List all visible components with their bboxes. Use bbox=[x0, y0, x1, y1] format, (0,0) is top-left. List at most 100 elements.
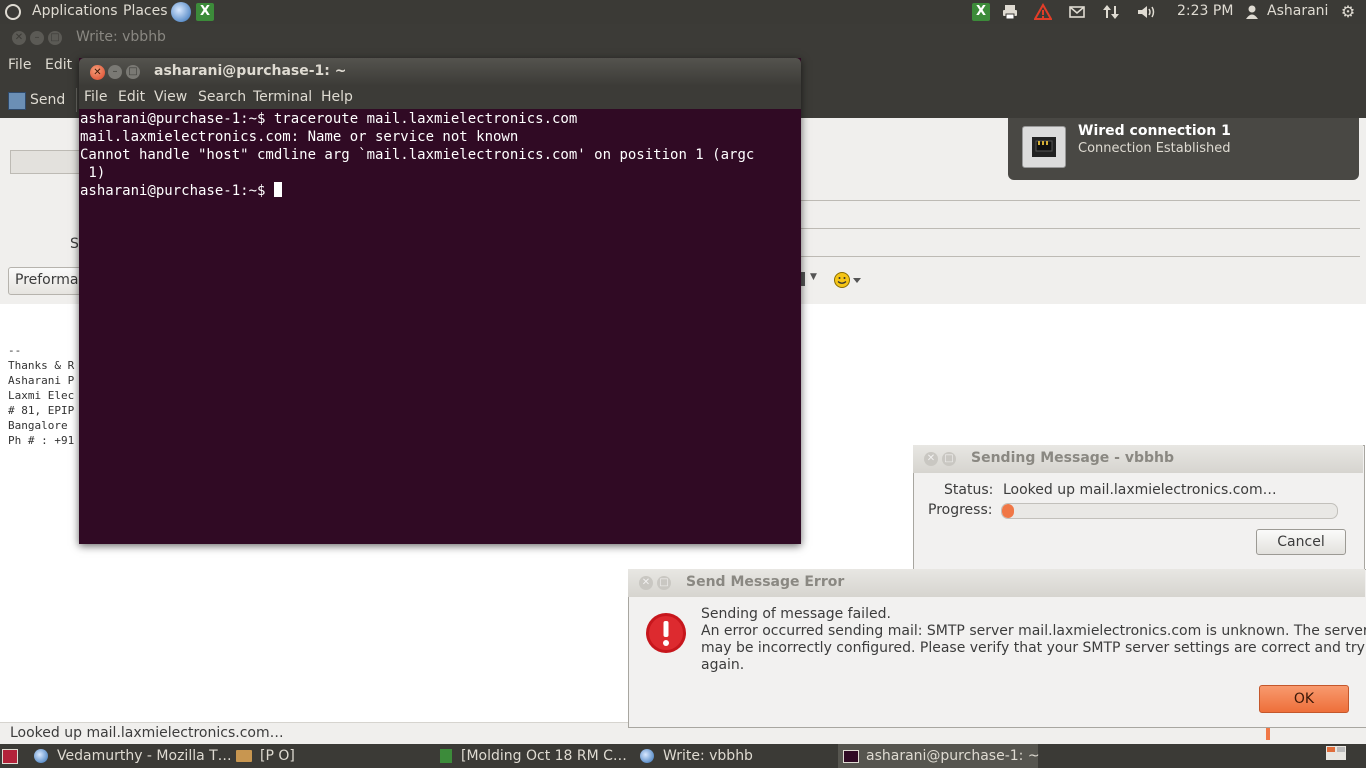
signature-line: Laxmi Elec bbox=[8, 389, 75, 402]
error-dialog-titlebar[interactable]: ✕ □ Send Message Error bbox=[628, 569, 1365, 597]
error-message-line: An error occurred sending mail: SMTP ser… bbox=[701, 623, 1366, 639]
bottom-panel: Vedamurthy - Mozilla T… [P O] [Molding O… bbox=[0, 744, 1366, 768]
spreadsheet-tray-icon[interactable]: X bbox=[972, 3, 990, 21]
cancel-button[interactable]: Cancel bbox=[1256, 529, 1346, 555]
terminal-title: asharani@purchase-1: ~ bbox=[154, 63, 347, 79]
compose-menu-edit[interactable]: Edit bbox=[45, 57, 72, 73]
terminal-menu-view[interactable]: View bbox=[154, 89, 187, 105]
network-notification: Wired connection 1 Connection Establishe… bbox=[1008, 110, 1359, 180]
volume-icon[interactable] bbox=[1136, 3, 1158, 21]
minimize-icon[interactable]: – bbox=[108, 65, 122, 79]
terminal-icon bbox=[843, 750, 859, 763]
warning-icon[interactable] bbox=[1033, 2, 1053, 21]
from-field[interactable] bbox=[10, 150, 80, 174]
taskbar-item-label: [P O] bbox=[260, 748, 295, 764]
toolbar-separator bbox=[76, 88, 77, 112]
terminal-line: 1) bbox=[80, 165, 106, 181]
ubuntu-logo-icon[interactable] bbox=[5, 4, 21, 20]
sending-progress-label: Progress: bbox=[928, 502, 993, 518]
minimize-icon[interactable]: – bbox=[30, 31, 44, 45]
smiley-icon[interactable] bbox=[833, 271, 863, 289]
thunderbird-icon bbox=[34, 749, 48, 763]
user-menu[interactable]: Asharani bbox=[1267, 3, 1328, 19]
error-dialog-title: Send Message Error bbox=[686, 574, 845, 590]
close-icon[interactable]: ✕ bbox=[639, 576, 653, 590]
mail-icon[interactable] bbox=[1068, 3, 1086, 21]
sending-dialog-title: Sending Message - vbbhb bbox=[971, 450, 1174, 466]
notification-title: Wired connection 1 bbox=[1078, 123, 1231, 139]
error-message-line: may be incorrectly configured. Please ve… bbox=[701, 640, 1365, 656]
sending-progress-fill bbox=[1002, 504, 1014, 518]
terminal-line: mail.laxmielectronics.com: Name or servi… bbox=[80, 129, 519, 145]
places-menu[interactable]: Places bbox=[123, 3, 168, 19]
terminal-cursor bbox=[273, 182, 282, 197]
terminal-titlebar[interactable]: ✕ – □ asharani@purchase-1: ~ bbox=[79, 58, 801, 86]
taskbar-item-label: Write: vbbhb bbox=[663, 748, 753, 764]
terminal-menu-edit[interactable]: Edit bbox=[118, 89, 145, 105]
sending-dialog-titlebar[interactable]: ✕ □ Sending Message - vbbhb bbox=[913, 445, 1363, 473]
sending-progress-bar bbox=[1001, 503, 1338, 519]
terminal-output[interactable]: asharani@purchase-1:~$ traceroute mail.l… bbox=[80, 110, 800, 542]
thunderbird-icon bbox=[640, 749, 654, 763]
notification-body: Connection Established bbox=[1078, 141, 1231, 156]
terminal-menu-terminal[interactable]: Terminal bbox=[253, 89, 312, 105]
terminal-prompt-line[interactable]: asharani@purchase-1:~$ bbox=[80, 182, 800, 200]
compose-window-title: Write: vbbhb bbox=[76, 29, 166, 45]
top-panel: Applications Places X X 2:23 PM Asharani… bbox=[0, 0, 1366, 24]
user-icon bbox=[1245, 3, 1259, 21]
compose-titlebar: ✕ – □ Write: vbbhb bbox=[0, 24, 1366, 52]
send-button[interactable]: Send bbox=[6, 88, 70, 112]
maximize-icon[interactable]: □ bbox=[126, 65, 140, 79]
signature-line: Ph # : +91 bbox=[8, 434, 75, 447]
show-desktop-icon[interactable] bbox=[2, 749, 18, 764]
signature-line: Asharani P bbox=[8, 374, 75, 387]
spreadsheet-icon bbox=[440, 749, 452, 763]
close-icon[interactable]: ✕ bbox=[90, 65, 105, 80]
taskbar-item-label: Vedamurthy - Mozilla T… bbox=[57, 748, 232, 764]
terminal-menu-search[interactable]: Search bbox=[198, 89, 246, 105]
taskbar-item-spreadsheet[interactable]: [Molding Oct 18 RM C… bbox=[434, 744, 634, 768]
folder-icon bbox=[236, 750, 252, 762]
taskbar-item-label: asharani@purchase-1: ~ bbox=[866, 748, 1040, 764]
send-icon bbox=[8, 92, 26, 110]
signature-line: -- bbox=[8, 344, 22, 357]
spreadsheet-launcher-icon[interactable]: X bbox=[196, 3, 214, 21]
format-dropdown[interactable]: Preforma bbox=[8, 267, 82, 295]
terminal-menu-help[interactable]: Help bbox=[321, 89, 353, 105]
font-color-dropdown[interactable]: ▼ bbox=[801, 270, 821, 290]
send-label: Send bbox=[30, 92, 66, 108]
subject-label: S bbox=[70, 236, 79, 252]
close-icon[interactable]: ✕ bbox=[924, 452, 938, 466]
sending-status-value: Looked up mail.laxmielectronics.com… bbox=[1003, 482, 1277, 498]
taskbar-item-thunderbird[interactable]: Vedamurthy - Mozilla T… bbox=[28, 744, 232, 768]
compose-status-text: Looked up mail.laxmielectronics.com… bbox=[10, 725, 284, 741]
applications-menu[interactable]: Applications bbox=[32, 3, 118, 19]
ethernet-icon bbox=[1022, 126, 1066, 168]
maximize-icon[interactable]: □ bbox=[48, 31, 62, 45]
taskbar-item-label: [Molding Oct 18 RM C… bbox=[461, 748, 627, 764]
signature-line: Bangalore bbox=[8, 419, 75, 432]
error-icon bbox=[645, 612, 687, 654]
printer-icon[interactable] bbox=[1001, 3, 1019, 21]
sending-status-label: Status: bbox=[944, 482, 994, 498]
error-message-line: again. bbox=[701, 657, 745, 673]
terminal-menu-file[interactable]: File bbox=[84, 89, 107, 105]
signature-line: Thanks & R bbox=[8, 359, 75, 372]
workspace-switcher-icon[interactable] bbox=[1326, 746, 1346, 760]
maximize-icon[interactable]: □ bbox=[942, 452, 956, 466]
maximize-icon[interactable]: □ bbox=[657, 576, 671, 590]
thunderbird-launcher-icon[interactable] bbox=[171, 2, 191, 22]
taskbar-item-terminal[interactable]: asharani@purchase-1: ~ bbox=[838, 744, 1040, 768]
compose-menu-file[interactable]: File bbox=[8, 57, 31, 73]
terminal-menubar: File Edit View Search Terminal Help bbox=[79, 86, 801, 109]
terminal-line: Cannot handle "host" cmdline arg `mail.l… bbox=[80, 147, 755, 163]
gear-icon[interactable]: ⚙ bbox=[1339, 3, 1357, 21]
clock[interactable]: 2:23 PM bbox=[1177, 3, 1233, 19]
close-icon[interactable]: ✕ bbox=[12, 31, 26, 45]
ok-button[interactable]: OK bbox=[1259, 685, 1349, 713]
taskbar-item-folder[interactable]: [P O] bbox=[232, 744, 432, 768]
taskbar-item-compose[interactable]: Write: vbbhb bbox=[636, 744, 836, 768]
error-heading: Sending of message failed. bbox=[701, 606, 891, 622]
network-icon[interactable] bbox=[1102, 3, 1120, 21]
terminal-line: asharani@purchase-1:~$ traceroute mail.l… bbox=[80, 111, 578, 127]
